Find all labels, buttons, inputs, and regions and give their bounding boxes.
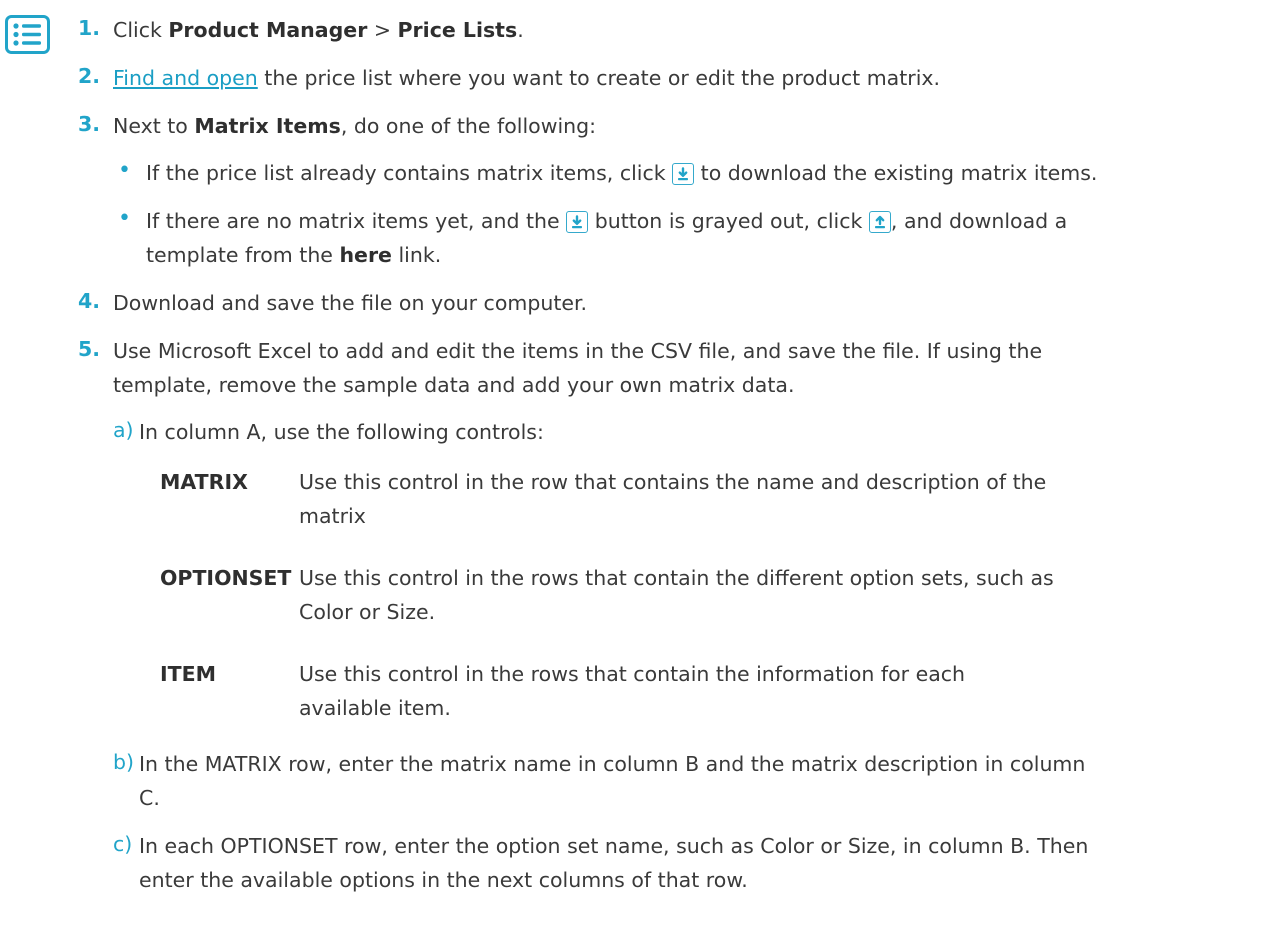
control-term: MATRIX xyxy=(160,470,248,494)
bullet-text-cont: template from the here link. xyxy=(146,243,442,267)
step-number: 5. xyxy=(78,337,101,361)
bullet: • xyxy=(118,158,131,183)
substep-letter: c) xyxy=(113,832,133,856)
find-and-open-link[interactable]: Find and open xyxy=(113,66,258,90)
substep-a-text: In column A, use the following controls: xyxy=(139,420,544,444)
step-2-text: Find and open the price list where you w… xyxy=(113,66,941,90)
step-number: 3. xyxy=(78,112,101,136)
procedure: 1. Click Product Manager > Price Lists. … xyxy=(0,0,1286,925)
step-number: 4. xyxy=(78,289,101,313)
download-icon[interactable] xyxy=(566,211,589,233)
step-number: 2. xyxy=(78,64,101,88)
bullet-text: If the price list already contains matri… xyxy=(146,161,1098,185)
control-desc: Use this control in the rows that contai… xyxy=(299,566,1054,624)
task-list-icon xyxy=(5,15,50,54)
substep-b-text: In the MATRIX row, enter the matrix name… xyxy=(139,752,1086,776)
step-4-text: Download and save the file on your compu… xyxy=(113,291,588,315)
control-desc: Use this control in the row that contain… xyxy=(299,470,1047,528)
substep-b-text-cont: C. xyxy=(139,786,160,810)
download-icon[interactable] xyxy=(672,163,695,185)
step-3-text: Next to Matrix Items, do one of the foll… xyxy=(113,114,597,138)
step-5-text-cont: template, remove the sample data and add… xyxy=(113,373,795,397)
step-5-text: Use Microsoft Excel to add and edit the … xyxy=(113,339,1043,363)
control-desc: Use this control in the rows that contai… xyxy=(299,662,966,720)
control-term: ITEM xyxy=(160,662,217,686)
substep-c-text: In each OPTIONSET row, enter the option … xyxy=(139,834,1089,858)
upload-icon[interactable] xyxy=(868,211,891,233)
step-1-text: Click Product Manager > Price Lists. xyxy=(113,18,524,42)
substep-letter: a) xyxy=(113,418,134,442)
bullet-text: If there are no matrix items yet, and th… xyxy=(146,209,1068,233)
substep-letter: b) xyxy=(113,750,135,774)
step-number: 1. xyxy=(78,16,101,40)
bullet: • xyxy=(118,206,131,231)
control-term: OPTIONSET xyxy=(160,566,292,590)
substep-c-text-cont: enter the available options in the next … xyxy=(139,868,748,892)
